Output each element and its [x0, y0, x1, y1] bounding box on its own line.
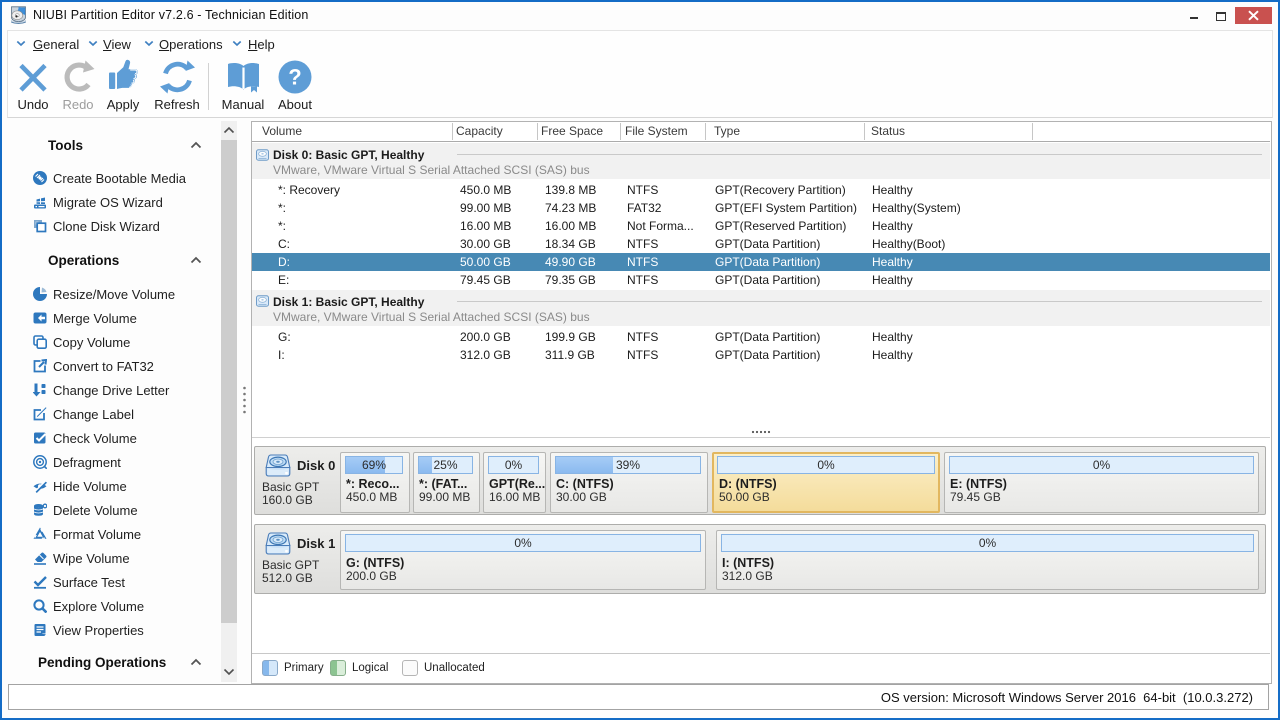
svg-text:?: ? — [288, 65, 301, 90]
